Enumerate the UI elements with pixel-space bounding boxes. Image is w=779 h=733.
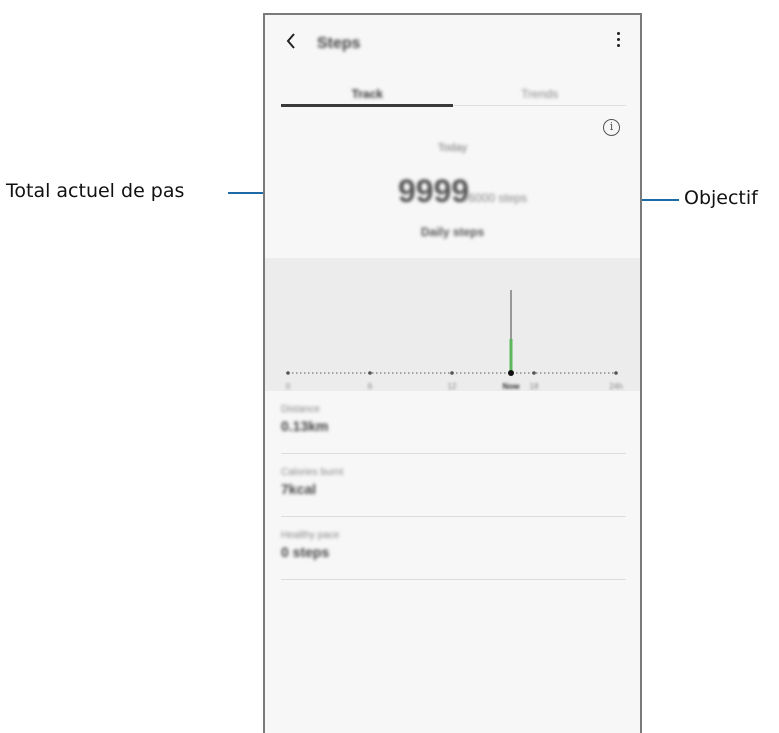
chart-tick-mark bbox=[450, 371, 454, 375]
app-bar: Steps bbox=[265, 15, 640, 77]
chart-x-tick-label: 0 bbox=[286, 382, 291, 391]
more-options-button[interactable] bbox=[610, 29, 626, 55]
chart-x-tick-label: 12 bbox=[448, 382, 457, 391]
chart-bar-current bbox=[509, 339, 513, 373]
steps-goal-text: /6000 steps bbox=[465, 191, 528, 205]
stat-value: 7kcal bbox=[281, 481, 317, 497]
tab-active-indicator bbox=[281, 104, 453, 107]
chart-tick-mark bbox=[286, 371, 290, 375]
chevron-left-icon bbox=[286, 33, 295, 49]
stat-label: Calories burnt bbox=[281, 467, 344, 478]
annotation-total-steps-label: Total actuel de pas bbox=[6, 180, 185, 202]
more-vertical-icon bbox=[610, 32, 626, 47]
chart-x-tick-label: Now bbox=[503, 382, 521, 391]
phone-screen: Steps Track Trends i Today 9999 /6000 st… bbox=[263, 13, 642, 733]
stat-value: 0 steps bbox=[281, 544, 330, 560]
date-label: Today bbox=[437, 142, 468, 154]
tab-bar: Track Trends bbox=[281, 77, 626, 107]
chart-x-tick-label: 24h bbox=[609, 382, 622, 391]
stat-value: 0.13km bbox=[281, 418, 329, 434]
tab-track[interactable]: Track bbox=[281, 87, 454, 115]
steps-caption: Daily steps bbox=[420, 225, 485, 239]
chart-now-dot bbox=[508, 370, 514, 376]
stat-label: Healthy pace bbox=[281, 530, 340, 541]
page-title: Steps bbox=[317, 35, 361, 52]
info-icon[interactable]: i bbox=[603, 119, 620, 136]
chart-x-tick-label: 18 bbox=[530, 382, 539, 391]
steps-chart: 0 6 12 Now 18 24h bbox=[265, 258, 640, 391]
chart-tick-mark bbox=[532, 371, 536, 375]
annotation-goal-label: Objectif bbox=[684, 187, 758, 209]
chart-tick-mark bbox=[368, 371, 372, 375]
current-steps-value: 9999 bbox=[398, 173, 470, 209]
steps-chart-svg: 0 6 12 Now 18 24h bbox=[286, 290, 623, 391]
stat-label: Distance bbox=[281, 404, 320, 415]
chart-tick-mark bbox=[614, 371, 618, 375]
chart-x-tick-label: 6 bbox=[368, 382, 373, 391]
back-button[interactable] bbox=[285, 31, 307, 55]
stat-distance: Distance 0.13km bbox=[281, 391, 626, 454]
stat-healthy-pace: Healthy pace 0 steps bbox=[281, 517, 626, 580]
stat-calories: Calories burnt 7kcal bbox=[281, 454, 626, 517]
tab-trends[interactable]: Trends bbox=[454, 87, 627, 115]
